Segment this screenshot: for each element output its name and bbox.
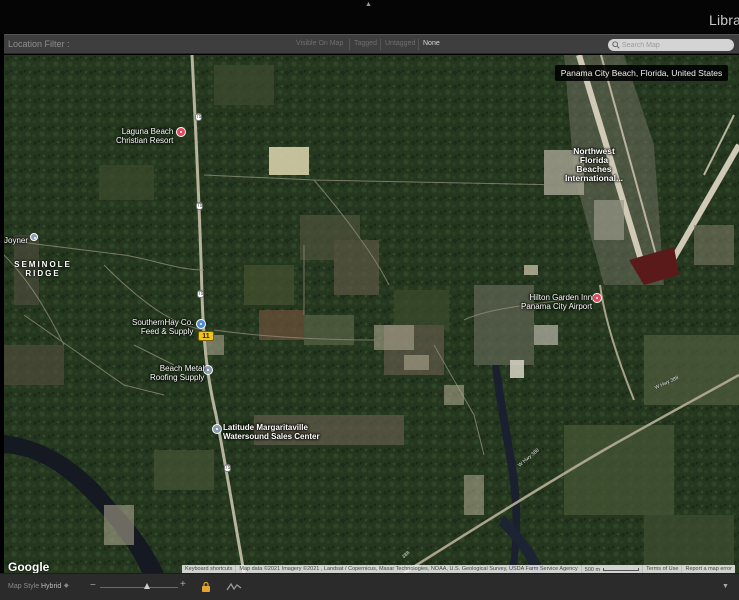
place-pin-icon[interactable] (203, 365, 213, 375)
map-attribution-bar: Keyboard shortcuts Map data ©2021 Imager… (182, 565, 735, 573)
poi-label-line: Watersound Sales Center (223, 432, 320, 441)
route-79-shield-icon: 79 (195, 113, 202, 121)
map-toolbar: Map Style : Hybrid ◆ − + ▼ (0, 573, 739, 600)
poi-label-line: International... (564, 173, 624, 183)
poi-label-line: SouthernHay Co. (132, 318, 194, 327)
filter-tagged[interactable]: Tagged (354, 40, 377, 47)
location-filter-bar: Location Filter : Visible On Map Tagged … (4, 34, 739, 54)
scale-bar-icon (603, 568, 640, 571)
route-79-shield-icon: 79 (197, 290, 204, 298)
toolbar-expand-icon[interactable]: ▼ (722, 583, 729, 590)
filter-divider (349, 39, 350, 50)
poi-hilton-garden-inn[interactable]: Hilton Garden Inn Panama City Airport (521, 293, 592, 311)
store-pin-icon[interactable] (196, 319, 206, 329)
hotel-pin-icon[interactable] (176, 127, 186, 137)
map-data-attribution: Map data ©2021 Imagery ©2021 , Landsat /… (236, 565, 582, 573)
module-label-library[interactable]: Librar (709, 12, 739, 28)
poi-label-line: Beach Metal (159, 364, 205, 373)
poi-label-line: Laguna Beach (121, 127, 174, 136)
report-map-error-link[interactable]: Report a map error (682, 565, 734, 573)
poi-label-line: Christian Resort (116, 136, 174, 145)
poi-label-line: Latitude Margaritaville (223, 423, 308, 432)
map-style-label: Map Style : (8, 583, 44, 590)
poi-label-line: Roofing Supply (150, 373, 205, 382)
satellite-imagery (4, 55, 739, 573)
terms-of-use-link[interactable]: Terms of Use (643, 565, 683, 573)
place-label-line: RIDGE (25, 269, 61, 278)
place-pin-icon[interactable] (212, 424, 222, 434)
dropdown-caret-icon[interactable]: ◆ (64, 582, 69, 589)
lock-markers-icon[interactable] (200, 581, 212, 593)
filter-divider (380, 39, 381, 50)
poi-northwest-florida-beaches-international[interactable]: Northwest Florida Beaches International.… (559, 147, 629, 183)
map-style-select[interactable]: Hybrid (41, 583, 61, 590)
filter-divider (418, 39, 419, 50)
highway-shield-icon: 11 (198, 331, 214, 341)
poi-label-line: Hilton Garden Inn (529, 293, 593, 302)
poi-label-line: Panama City Airport (521, 302, 593, 311)
zoom-out-button[interactable]: − (90, 580, 96, 591)
search-icon (612, 41, 620, 49)
map-scale: 500 m (582, 565, 644, 573)
zoom-in-button[interactable]: + (180, 579, 186, 590)
place-label-seminole-ridge: SEMINOLE RIDGE (12, 260, 74, 278)
filter-visible-on-map[interactable]: Visible On Map (296, 40, 343, 47)
location-tooltip: Panama City Beach, Florida, United State… (555, 65, 728, 81)
tracklog-icon[interactable] (226, 582, 242, 592)
zoom-slider-handle[interactable] (144, 583, 150, 589)
route-79-shield-icon: 79 (224, 464, 231, 472)
poi-latitude-margaritaville[interactable]: Latitude Margaritaville Watersound Sales… (223, 423, 320, 441)
search-map-input[interactable] (622, 40, 730, 50)
keyboard-shortcuts-link[interactable]: Keyboard shortcuts (182, 565, 237, 573)
map-module-window: ▲ Librar Location Filter : Visible On Ma… (0, 0, 739, 600)
location-filter-label: Location Filter : (8, 39, 70, 49)
zoom-slider-track[interactable] (100, 587, 178, 588)
google-logo: Google (8, 560, 50, 573)
poi-label-line: Feed & Supply (140, 327, 194, 336)
collapse-top-panel-arrow-icon[interactable]: ▲ (365, 1, 373, 8)
route-79-shield-icon: 79 (196, 202, 203, 210)
filter-untagged[interactable]: Untagged (385, 40, 415, 47)
map-search-box[interactable] (608, 39, 734, 51)
top-panel-bar: ▲ Librar (0, 0, 739, 33)
hotel-pin-icon[interactable] (592, 293, 602, 303)
poi-beach-metal-roofing-supply[interactable]: Beach Metal Roofing Supply (150, 364, 204, 382)
poi-joyner[interactable]: Joyner (4, 236, 28, 245)
satellite-map[interactable]: Panama City Beach, Florida, United State… (4, 55, 739, 573)
poi-laguna-beach-christian-resort[interactable]: Laguna Beach Christian Resort (116, 127, 173, 145)
place-pin-icon[interactable] (30, 233, 38, 241)
poi-southernhay-co[interactable]: SouthernHay Co. Feed & Supply (132, 318, 193, 336)
place-label-line: SEMINOLE (14, 260, 72, 269)
filter-none[interactable]: None (423, 40, 440, 47)
